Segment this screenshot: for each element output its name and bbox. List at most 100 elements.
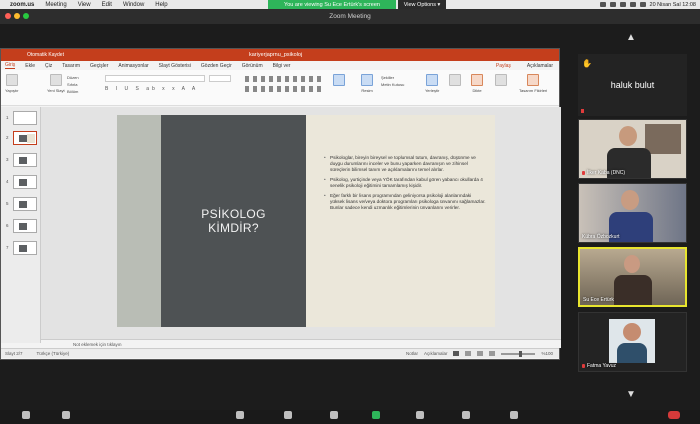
participant-tile-haluk[interactable]: haluk bulut xyxy=(578,54,687,116)
convert-smartart-button[interactable] xyxy=(333,74,345,88)
font-format-buttons[interactable]: B I U S ab x x A A xyxy=(105,86,198,92)
smartart-icon xyxy=(333,74,345,86)
normal-view-icon[interactable] xyxy=(453,351,460,356)
close-window-button[interactable] xyxy=(5,13,11,19)
quick-styles-button[interactable] xyxy=(449,74,461,88)
reactions-icon[interactable] xyxy=(462,411,470,419)
slide-thumbnail[interactable]: 7 xyxy=(6,241,37,255)
language-indicator[interactable]: Türkçe (Türkiye) xyxy=(37,351,70,356)
slide-thumbnail[interactable]: 2 xyxy=(6,131,37,145)
clock[interactable]: 20 Nisan Sal 12:08 xyxy=(650,2,696,8)
slide-thumbnail-pane: 1 2 3 4 5 6 7 xyxy=(1,107,41,343)
slide-thumbnail[interactable]: 6 xyxy=(6,219,37,233)
tab-view[interactable]: Görünüm xyxy=(242,63,263,69)
ribbon-tabs: Giriş Ekle Çiz Tasarım Geçişler Animasyo… xyxy=(1,61,559,70)
slide-thumbnail[interactable]: 1 xyxy=(6,111,37,125)
current-slide[interactable]: PSİKOLOG KİMDİR? Psikologlar, bireyin bi… xyxy=(117,115,495,327)
status-icon[interactable] xyxy=(619,2,626,7)
chevron-up-icon[interactable]: ▲ xyxy=(626,32,636,43)
view-options-button[interactable]: View Options ▾ xyxy=(398,0,446,9)
slide-body[interactable]: Psikologlar, bireyin bireysel ve toplums… xyxy=(324,155,486,215)
designer-button[interactable]: Tasarım Fikirleri xyxy=(519,74,547,93)
zoom-slider[interactable] xyxy=(501,350,536,357)
battery-icon[interactable] xyxy=(639,2,646,7)
tab-tell-me[interactable]: Bilgi ver xyxy=(273,63,291,69)
tab-review[interactable]: Gözden Geçir xyxy=(201,63,232,69)
tab-transitions[interactable]: Geçişler xyxy=(90,63,108,69)
chevron-down-icon[interactable]: ▼ xyxy=(626,389,636,400)
record-icon[interactable] xyxy=(416,411,424,419)
status-icon[interactable] xyxy=(609,2,616,7)
share-button[interactable]: Paylaş xyxy=(496,63,511,69)
section-button[interactable]: Bölüm xyxy=(67,88,79,95)
participants-icon[interactable] xyxy=(284,411,292,419)
reading-view-icon[interactable] xyxy=(477,351,484,356)
menu-view[interactable]: View xyxy=(78,2,91,8)
status-icon[interactable] xyxy=(599,2,606,7)
textbox-button[interactable]: Metin Kutusu xyxy=(381,81,404,88)
slide-thumbnail[interactable]: 3 xyxy=(6,153,37,167)
font-family-select[interactable] xyxy=(105,75,205,82)
thumbnail-preview xyxy=(19,223,27,230)
picture-label: Resim xyxy=(361,88,373,93)
participant-tile[interactable]: Fatma Yavuz xyxy=(578,312,687,372)
mic-icon[interactable] xyxy=(22,411,30,419)
notes-pane[interactable]: Not eklemek için tıklayın xyxy=(41,339,561,348)
paste-button[interactable]: Yapıştır xyxy=(5,74,19,93)
paragraph-buttons[interactable] xyxy=(245,76,321,82)
participant-tile[interactable]: İlker Kaba (DNC) xyxy=(578,119,687,179)
slide-title[interactable]: PSİKOLOG KİMDİR? xyxy=(201,207,265,235)
menu-window[interactable]: Window xyxy=(123,2,144,8)
tab-animations[interactable]: Animasyonlar xyxy=(118,63,148,69)
ppt-status-bar: Slayt 2/7 Türkçe (Türkiye) Notlar Açıkla… xyxy=(1,348,559,358)
paste-label: Yapıştır xyxy=(5,88,19,93)
tab-insert[interactable]: Ekle xyxy=(25,63,35,69)
video-camera-icon[interactable] xyxy=(62,411,70,419)
document-name: kariyerjaprnu_psikoloj xyxy=(249,52,303,58)
layout-button[interactable]: Düzen xyxy=(67,74,79,81)
menu-help[interactable]: Help xyxy=(155,2,167,8)
menu-meeting[interactable]: Meeting xyxy=(45,2,66,8)
slide-bullet: Eğer farklı bir lisans programından geli… xyxy=(324,193,486,211)
comments-button[interactable]: Açıklamalar xyxy=(527,63,553,69)
slideshow-view-icon[interactable] xyxy=(489,351,496,356)
comments-toggle-button[interactable]: Açıklamalar xyxy=(424,351,448,356)
reset-button[interactable]: Sıfırla xyxy=(67,81,79,88)
new-slide-button[interactable]: Yeni Slayt xyxy=(47,74,65,93)
wifi-icon[interactable] xyxy=(629,2,636,7)
security-icon[interactable] xyxy=(236,411,244,419)
slide-number: 1 xyxy=(6,115,9,120)
alignment-buttons[interactable] xyxy=(245,86,321,92)
participant-video xyxy=(624,255,640,273)
menu-app[interactable]: zoom.us xyxy=(10,2,34,8)
slide-number: 4 xyxy=(6,179,9,184)
menu-edit[interactable]: Edit xyxy=(102,2,112,8)
chat-icon[interactable] xyxy=(330,411,338,419)
end-meeting-button[interactable] xyxy=(668,411,680,419)
reuse-slides-button[interactable] xyxy=(495,74,507,88)
tab-design[interactable]: Tasarım xyxy=(62,63,80,69)
participant-name: İlker Kaba (DNC) xyxy=(587,170,626,176)
participant-tile-active-speaker[interactable]: Su Ece Ertürk xyxy=(578,247,687,307)
slide-thumbnail[interactable]: 5 xyxy=(6,197,37,211)
apps-icon[interactable] xyxy=(510,411,518,419)
shapes-button[interactable]: Şekiller xyxy=(381,74,404,81)
share-screen-icon[interactable] xyxy=(372,411,380,419)
tab-slideshow[interactable]: Slayt Gösterisi xyxy=(159,63,191,69)
minimize-window-button[interactable] xyxy=(14,13,20,19)
maximize-window-button[interactable] xyxy=(23,13,29,19)
sorter-view-icon[interactable] xyxy=(465,351,472,356)
slide-thumbnail[interactable]: 4 xyxy=(6,175,37,189)
tab-home[interactable]: Giriş xyxy=(5,62,16,69)
zoom-level[interactable]: %100 xyxy=(541,351,553,356)
arrange-button[interactable]: Yerleştir xyxy=(425,74,439,93)
tab-draw[interactable]: Çiz xyxy=(45,63,52,69)
picture-button[interactable]: Resim xyxy=(361,74,373,93)
participant-label: İlker Kaba (DNC) xyxy=(582,170,625,176)
notes-toggle-button[interactable]: Notlar xyxy=(406,351,418,356)
font-size-select[interactable] xyxy=(209,75,231,82)
participant-tile[interactable]: Kübra Özbozkurt xyxy=(578,183,687,243)
thumbnail-preview xyxy=(19,157,27,164)
dictate-button[interactable]: Dikte xyxy=(471,74,483,93)
designer-icon xyxy=(527,74,540,86)
